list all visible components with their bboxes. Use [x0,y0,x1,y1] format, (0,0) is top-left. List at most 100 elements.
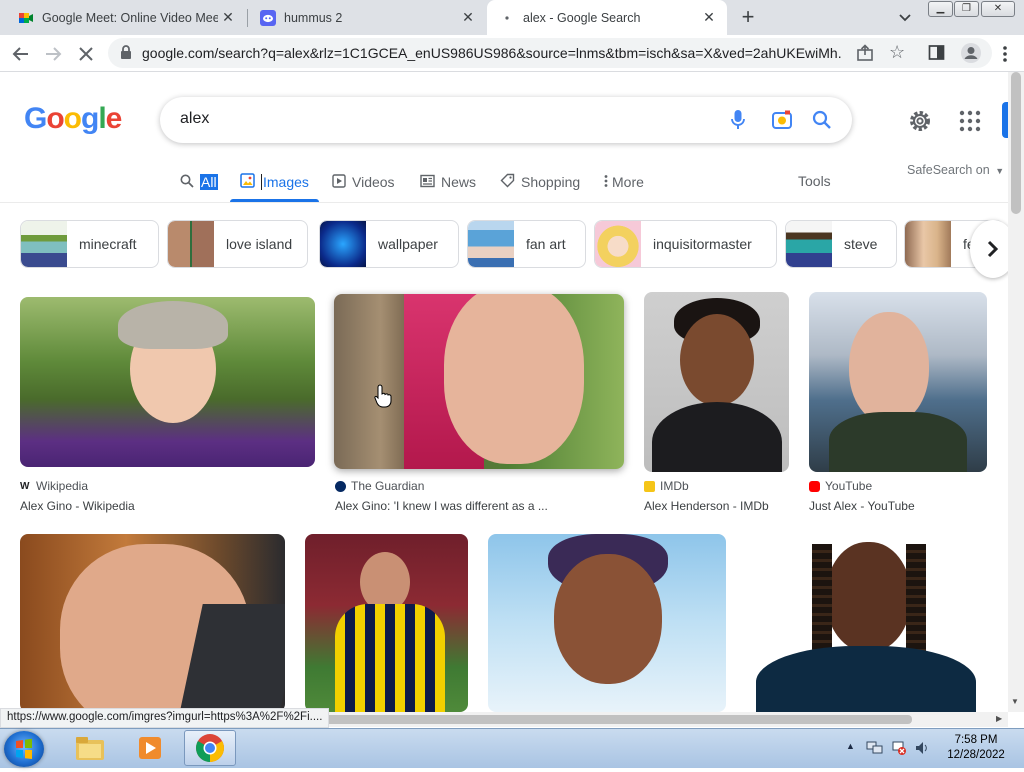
search-box[interactable]: alex [160,97,852,143]
face-shape [444,294,584,464]
face-shape [826,542,911,652]
chip-label: fan art [526,236,566,252]
tab-more[interactable]: More [604,172,644,192]
divider [0,202,1008,203]
browser-menu-icon[interactable] [992,41,1018,67]
result-title[interactable]: Just Alex - YouTube [809,499,915,513]
face-shape [849,312,929,424]
show-hidden-icons-caret[interactable]: ▲ [846,741,855,751]
chevron-right-icon [987,240,999,258]
chrome-icon [196,734,224,762]
system-clock[interactable]: 7:58 PM 12/28/2022 [936,733,1016,763]
result-source[interactable]: IMDb [644,479,689,493]
tab-hummus[interactable]: hummus 2 ✕ [248,0,486,35]
chip-thumbnail [905,221,951,267]
result-image[interactable] [644,292,789,472]
bookmark-star-icon[interactable]: ☆ [889,43,905,61]
tab-label: All [200,174,218,190]
side-panel-icon[interactable] [928,44,945,66]
result-image[interactable] [20,534,285,712]
taskbar-chrome[interactable] [184,730,236,766]
result-image[interactable] [746,534,986,712]
volume-icon[interactable] [914,740,930,759]
result-title[interactable]: Alex Gino - Wikipedia [20,499,135,513]
tab-images[interactable]: Images [240,172,309,192]
taskbar-media-player[interactable] [124,730,176,766]
scroll-down-arrow-icon[interactable]: ▼ [1011,697,1019,706]
source-name: IMDb [660,479,689,493]
tab-all[interactable]: All [180,172,218,192]
windows-logo-icon [16,738,32,759]
profile-avatar-icon[interactable] [960,42,982,69]
network-icon[interactable] [866,740,884,759]
search-icon[interactable] [812,110,832,135]
tab-videos[interactable]: Videos [332,172,395,192]
guardian-icon [335,480,346,492]
chip-steve[interactable]: steve [785,220,897,268]
result-image[interactable] [20,297,315,467]
chip-love-island[interactable]: love island [167,220,308,268]
link-status-bubble: https://www.google.com/imgres?imgurl=htt… [0,708,330,728]
back-arrow-icon[interactable] [8,41,34,67]
face-shape [554,554,662,684]
close-window-button[interactable]: ✕ [981,1,1015,17]
result-image[interactable] [809,292,987,472]
tab-google-search[interactable]: alex - Google Search ✕ [487,0,727,35]
result-image-hovered[interactable] [334,294,624,469]
scroll-right-arrow-icon[interactable]: ▶ [996,714,1002,723]
forward-arrow-icon[interactable] [40,41,66,67]
hair-shape [812,544,832,664]
jacket-shape [829,412,967,472]
result-image[interactable] [488,534,726,712]
lock-icon[interactable] [120,45,132,65]
tab-label: Images [261,174,309,190]
chip-label: inquisitormaster [653,236,752,252]
result-image[interactable] [305,534,468,712]
image-icon [240,173,255,191]
tab-label: More [612,174,644,190]
face-shape [680,314,754,406]
hair-shape [118,301,228,349]
chip-label: steve [844,236,878,252]
tab-news[interactable]: News [420,172,476,192]
start-button[interactable] [4,731,44,767]
jersey-shape [756,646,976,712]
close-tab-icon[interactable]: ✕ [458,8,478,28]
tab-google-meet[interactable]: Google Meet: Online Video Meet ✕ [6,0,246,35]
maximize-button[interactable]: ❐ [954,1,979,17]
google-meet-icon [18,10,34,26]
safesearch-menu[interactable]: SafeSearch on ▼ [907,163,1004,177]
chip-wallpaper[interactable]: wallpaper [319,220,459,268]
result-title[interactable]: Alex Gino: 'I knew I was different as a … [335,499,548,513]
settings-gear-icon[interactable] [906,107,934,135]
play-icon [332,173,346,191]
stop-loading-icon[interactable] [73,41,99,67]
vertical-scrollbar-thumb[interactable] [1011,72,1021,214]
minimize-button[interactable]: ▁ [928,1,953,17]
address-bar[interactable]: google.com/search?q=alex&rlz=1C1GCEA_enU… [108,38,992,68]
taskbar-file-explorer[interactable] [64,730,116,766]
result-source[interactable]: YouTube [809,479,872,493]
chip-inquisitormaster[interactable]: inquisitormaster [594,220,777,268]
new-tab-button[interactable]: + [736,6,760,30]
microphone-icon[interactable] [730,109,746,136]
tab-search-chevron-icon[interactable] [894,8,916,28]
hair-shape [906,544,926,664]
result-title[interactable]: Alex Henderson - IMDb [644,499,769,513]
safesearch-label: SafeSearch on [907,163,990,177]
action-center-flag-icon[interactable] [891,740,907,759]
tab-shopping[interactable]: Shopping [500,172,580,192]
result-source[interactable]: The Guardian [335,479,424,493]
camera-lens-icon[interactable] [771,109,793,136]
tools-button[interactable]: Tools [798,173,831,189]
google-apps-grid-icon[interactable] [958,109,982,133]
google-logo[interactable]: Google [24,102,122,136]
chip-fan-art[interactable]: fan art [467,220,586,268]
close-tab-icon[interactable]: ✕ [218,8,238,28]
tab-title: Google Meet: Online Video Meet [42,10,218,25]
share-icon[interactable] [856,44,874,67]
search-query-text[interactable]: alex [180,110,209,128]
chip-minecraft[interactable]: minecraft [20,220,159,268]
close-tab-icon[interactable]: ✕ [699,8,719,28]
result-source[interactable]: W Wikipedia [20,479,88,493]
